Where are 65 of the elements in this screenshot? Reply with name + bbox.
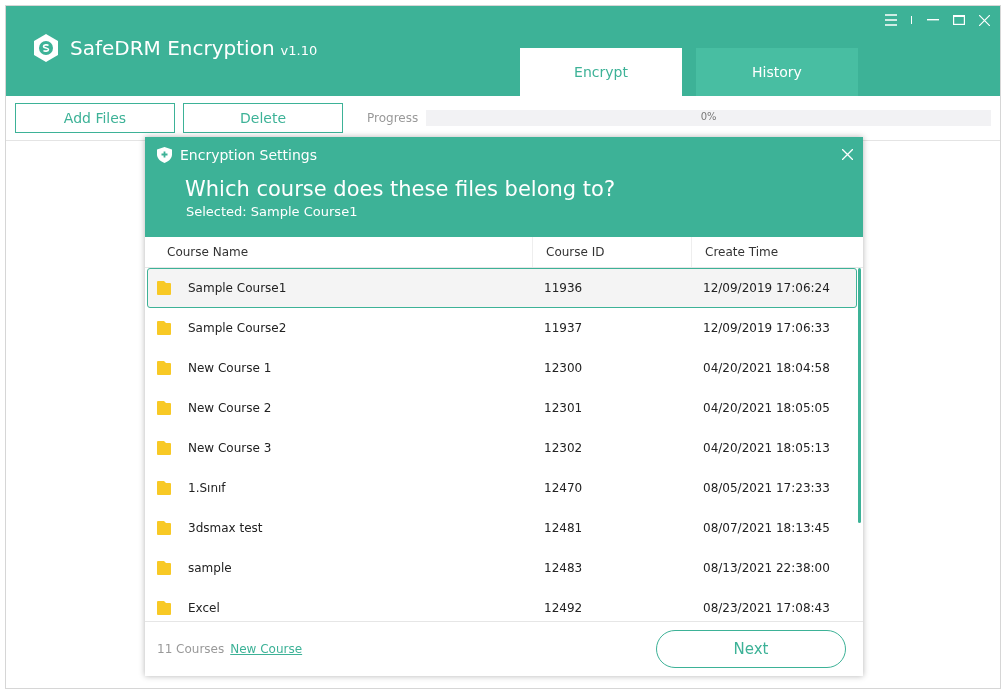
progress-reading: 0% (700, 111, 717, 122)
folder-icon (156, 360, 172, 376)
create-time: 04/20/2021 18:05:05 (703, 401, 831, 415)
close-icon[interactable] (979, 14, 990, 26)
course-name: Sample Course2 (188, 321, 288, 335)
course-id: 12483 (544, 561, 584, 575)
progress-label: Progress (367, 111, 419, 125)
course-name: New Course 1 (188, 361, 273, 375)
course-name: Sample Course1 (188, 281, 288, 295)
course-name: New Course 2 (188, 401, 273, 415)
folder-icon (156, 440, 172, 456)
folder-icon (156, 280, 172, 296)
create-time: 12/09/2019 17:06:24 (703, 281, 831, 295)
folder-icon (156, 320, 172, 336)
dialog-title: Encryption Settings (180, 147, 318, 163)
app-version: v1.10 (280, 43, 318, 58)
course-row[interactable]: New Course 1 12300 04/20/2021 18:04:58 (147, 348, 857, 388)
folder-icon (156, 480, 172, 496)
course-row[interactable]: sample 12483 08/13/2021 22:38:00 (147, 548, 857, 588)
folder-icon (156, 400, 172, 416)
course-name: New Course 3 (188, 441, 273, 455)
course-id: 11937 (544, 321, 584, 335)
maximize-icon[interactable] (953, 15, 965, 25)
course-count: 11 Courses (157, 642, 225, 656)
folder-icon (156, 520, 172, 536)
course-row[interactable]: Excel 12492 08/23/2021 17:08:43 (147, 588, 857, 621)
logo-icon (32, 33, 60, 63)
shield-icon (157, 147, 172, 163)
create-time: 04/20/2021 18:04:58 (703, 361, 831, 375)
course-row[interactable]: 1.Sınıf 12470 08/05/2021 17:23:33 (147, 468, 857, 508)
menu-icon[interactable] (885, 14, 897, 26)
course-row[interactable]: Sample Course2 11937 12/09/2019 17:06:33 (147, 308, 857, 348)
course-name: sample (188, 561, 233, 575)
create-time: 08/07/2021 18:13:45 (703, 521, 831, 535)
column-header: Course Name (145, 237, 533, 267)
course-id: 12481 (544, 521, 584, 535)
course-name: 3dsmax test (188, 521, 264, 535)
column-header: Create Time (704, 244, 780, 261)
create-time: 12/09/2019 17:06:33 (703, 321, 831, 335)
scrollbar-thumb[interactable] (858, 268, 861, 523)
minimize-icon[interactable] (927, 19, 939, 21)
folder-icon (156, 600, 172, 616)
close-button[interactable] (842, 149, 853, 160)
app-title: SafeDRM Encryption v1.10 (70, 36, 318, 60)
column-header: Course ID (533, 237, 692, 267)
create-time: 04/20/2021 18:05:13 (703, 441, 831, 455)
course-id: 12300 (544, 361, 584, 375)
course-id: 12470 (544, 481, 584, 495)
course-id: 12301 (544, 401, 584, 415)
course-id: 11936 (544, 281, 584, 295)
course-id: 12302 (544, 441, 584, 455)
course-name: Excel (188, 601, 221, 615)
course-row[interactable]: New Course 2 12301 04/20/2021 18:05:05 (147, 388, 857, 428)
folder-icon (156, 560, 172, 576)
course-row[interactable]: New Course 3 12302 04/20/2021 18:05:13 (147, 428, 857, 468)
course-name: 1.Sınıf (188, 481, 227, 495)
create-time: 08/23/2021 17:08:43 (703, 601, 831, 615)
course-id: 12492 (544, 601, 584, 615)
selected-course-text: Selected: Sample Course1 (186, 204, 359, 219)
course-row[interactable]: 3dsmax test 12481 08/07/2021 18:13:45 (147, 508, 857, 548)
create-time: 08/13/2021 22:38:00 (703, 561, 831, 575)
create-time: 08/05/2021 17:23:33 (703, 481, 831, 495)
course-row[interactable]: Sample Course1 11936 12/09/2019 17:06:24 (147, 268, 857, 308)
dialog-question: Which course does these files belong to? (185, 177, 617, 201)
separator-icon (911, 16, 913, 24)
